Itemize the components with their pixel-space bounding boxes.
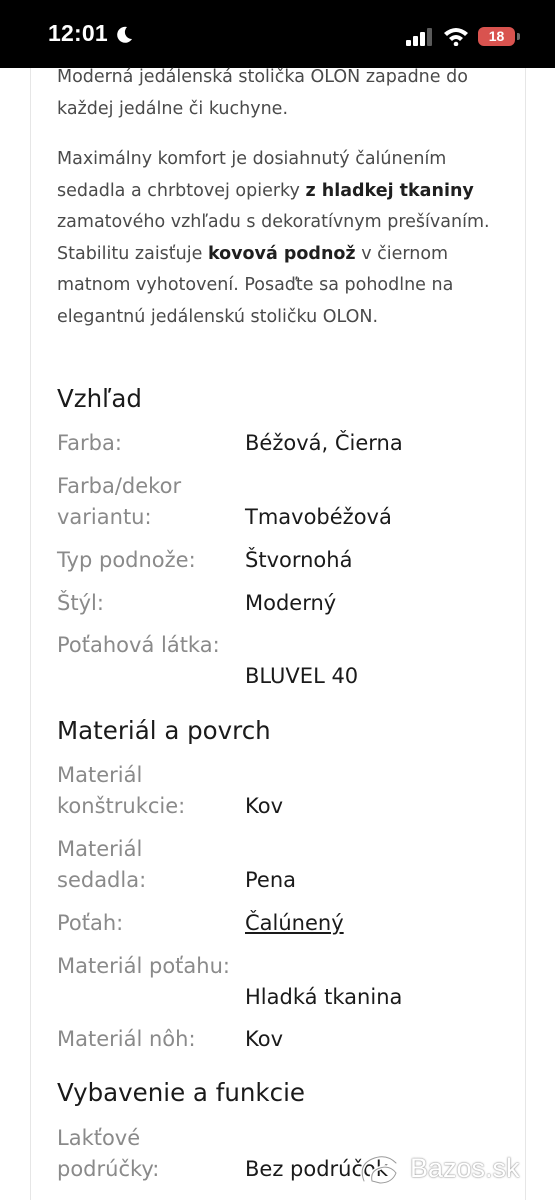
spec-label: Poťah: [57,911,124,935]
spec-value: Hladká tkanina [245,985,403,1009]
spec-label: Štýl: [57,591,104,615]
potah-link[interactable]: Čalúnený [245,908,344,939]
spec-value: Kov [245,794,284,818]
spec-value: Kov [245,1027,284,1051]
spec-label: Farba: [57,431,122,455]
description-bold-text: z hladkej tkaniny [305,180,474,201]
spec-label: Materiál sedadla: [57,837,147,892]
watermark-text: Bazos.sk [410,1153,520,1183]
battery-tip [517,33,520,40]
spec-label: Poťahová látka: [57,633,220,657]
spec-label: Lakťové podrúčky: [57,1126,160,1181]
signal-icon [406,28,432,46]
spec-value: Béžová, Čierna [245,431,403,455]
spec-value: Pena [245,868,297,892]
status-time: 12:01 [48,20,108,46]
moon-icon [117,26,132,43]
spec-label: Materiál poťahu: [57,954,230,978]
section-title-appearance: Vzhľad [57,384,142,413]
spec-label: Materiál nôh: [57,1027,196,1051]
battery-icon: 18 [478,27,515,46]
wifi-icon [444,28,468,46]
status-bar: 12:01 18 [0,0,555,68]
spec-value: Moderný [245,591,337,615]
bazos-logo-icon [360,1154,399,1186]
description-bold-text: kovová podnož [207,243,356,264]
section-title-material: Materiál a povrch [57,716,271,745]
description-details: Maximálny komfort je dosiahnutý čalúnení… [57,144,502,333]
spec-label: Typ podnože: [57,548,196,572]
spec-label: Farba/dekor variantu: [57,474,182,529]
bazos-watermark: Bazos.sk [356,1151,548,1189]
spec-value: Tmavobéžová [245,505,392,529]
spec-value: BLUVEL 40 [245,664,359,688]
description-intro: Moderná jedálenská stolička OLON zapadne… [57,67,468,119]
spec-value: Štvornohá [245,548,353,572]
section-title-features: Vybavenie a funkcie [57,1078,305,1107]
spec-label: Materiál konštrukcie: [57,763,186,818]
